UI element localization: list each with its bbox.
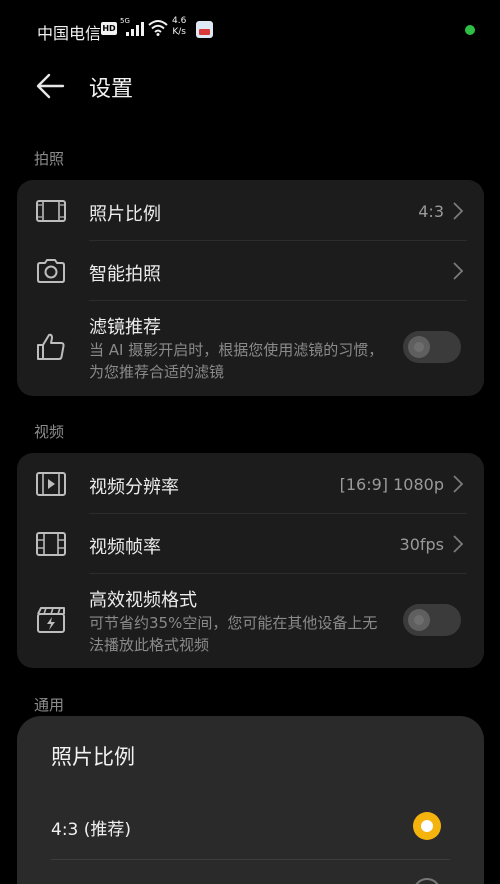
chevron-right-icon [453, 262, 464, 280]
option-4-3-label[interactable]: 4:3 (推荐) [51, 815, 131, 840]
page-title: 设置 [89, 77, 134, 102]
wifi-icon [148, 20, 168, 36]
frame-rate-title: 视频帧率 [89, 537, 161, 558]
frame-rate-value: 30fps [399, 535, 444, 554]
speed-unit: K/s [172, 27, 186, 37]
photo-settings-card: 照片比例 4:3 智能拍照 滤镜推荐 当 AI 摄影开启时，根据您使用滤镜的习惯… [17, 180, 484, 396]
filter-recommend-title: 滤镜推荐 [89, 317, 161, 338]
film-frames-icon [36, 532, 66, 556]
app-notification-icon [196, 21, 213, 38]
section-label-photo: 拍照 [34, 150, 65, 168]
filter-recommend-subtitle: 当 AI 摄影开启时，根据您使用滤镜的习惯，为您推荐合适的滤镜 [89, 341, 384, 381]
toggle-knob [408, 609, 430, 631]
radio-unselected[interactable] [413, 878, 441, 884]
filter-recommend-toggle[interactable] [403, 331, 461, 363]
efficient-format-title: 高效视频格式 [89, 590, 197, 611]
chevron-right-icon [453, 535, 464, 553]
section-label-video: 视频 [34, 423, 65, 441]
video-resolution-title: 视频分辨率 [89, 477, 179, 498]
divider [51, 859, 450, 860]
efficient-format-toggle[interactable] [403, 604, 461, 636]
clapperboard-flash-icon [37, 607, 65, 633]
aspect-ratio-icon [36, 200, 66, 222]
efficient-format-row: 高效视频格式 可节省约35%空间，您可能在其他设备上无法播放此格式视频 [17, 574, 484, 668]
video-resolution-row[interactable]: 视频分辨率 [16:9] 1080p [17, 453, 484, 513]
chevron-right-icon [453, 202, 464, 220]
aspect-ratio-value: 4:3 [418, 202, 444, 221]
section-label-general: 通用 [34, 696, 65, 714]
aspect-ratio-row[interactable]: 照片比例 4:3 [17, 180, 484, 240]
efficient-format-subtitle: 可节省约35%空间，您可能在其他设备上无法播放此格式视频 [89, 614, 378, 654]
signal-strength-icon [126, 22, 144, 36]
video-resolution-icon [36, 472, 66, 496]
filter-recommend-row: 滤镜推荐 当 AI 摄影开启时，根据您使用滤镜的习惯，为您推荐合适的滤镜 [17, 301, 484, 396]
aspect-ratio-title: 照片比例 [89, 204, 161, 225]
smart-capture-row[interactable]: 智能拍照 [17, 241, 484, 301]
video-resolution-value: [16:9] 1080p [339, 475, 444, 494]
camera-icon [37, 259, 65, 283]
sheet-title: 照片比例 [51, 745, 135, 769]
thumbs-up-icon [37, 333, 65, 360]
privacy-indicator-dot [465, 25, 475, 35]
smart-capture-title: 智能拍照 [89, 264, 161, 285]
video-settings-card: 视频分辨率 [16:9] 1080p 视频帧率 30fps 高效视频格式 可节省… [17, 453, 484, 668]
toggle-knob [408, 336, 430, 358]
hd-voice-icon: HD [101, 22, 117, 35]
chevron-right-icon [453, 475, 464, 493]
aspect-ratio-sheet: 照片比例 4:3 (推荐) [17, 716, 484, 884]
network-speed: 4.6 K/s [172, 16, 186, 38]
frame-rate-row[interactable]: 视频帧率 30fps [17, 514, 484, 574]
carrier-name: 中国电信 [37, 24, 102, 43]
back-arrow-icon[interactable] [34, 70, 66, 102]
radio-selected[interactable] [413, 812, 441, 840]
status-bar: 中国电信 HD 5G 4.6 K/s [0, 0, 500, 58]
speed-value: 4.6 [172, 16, 187, 26]
